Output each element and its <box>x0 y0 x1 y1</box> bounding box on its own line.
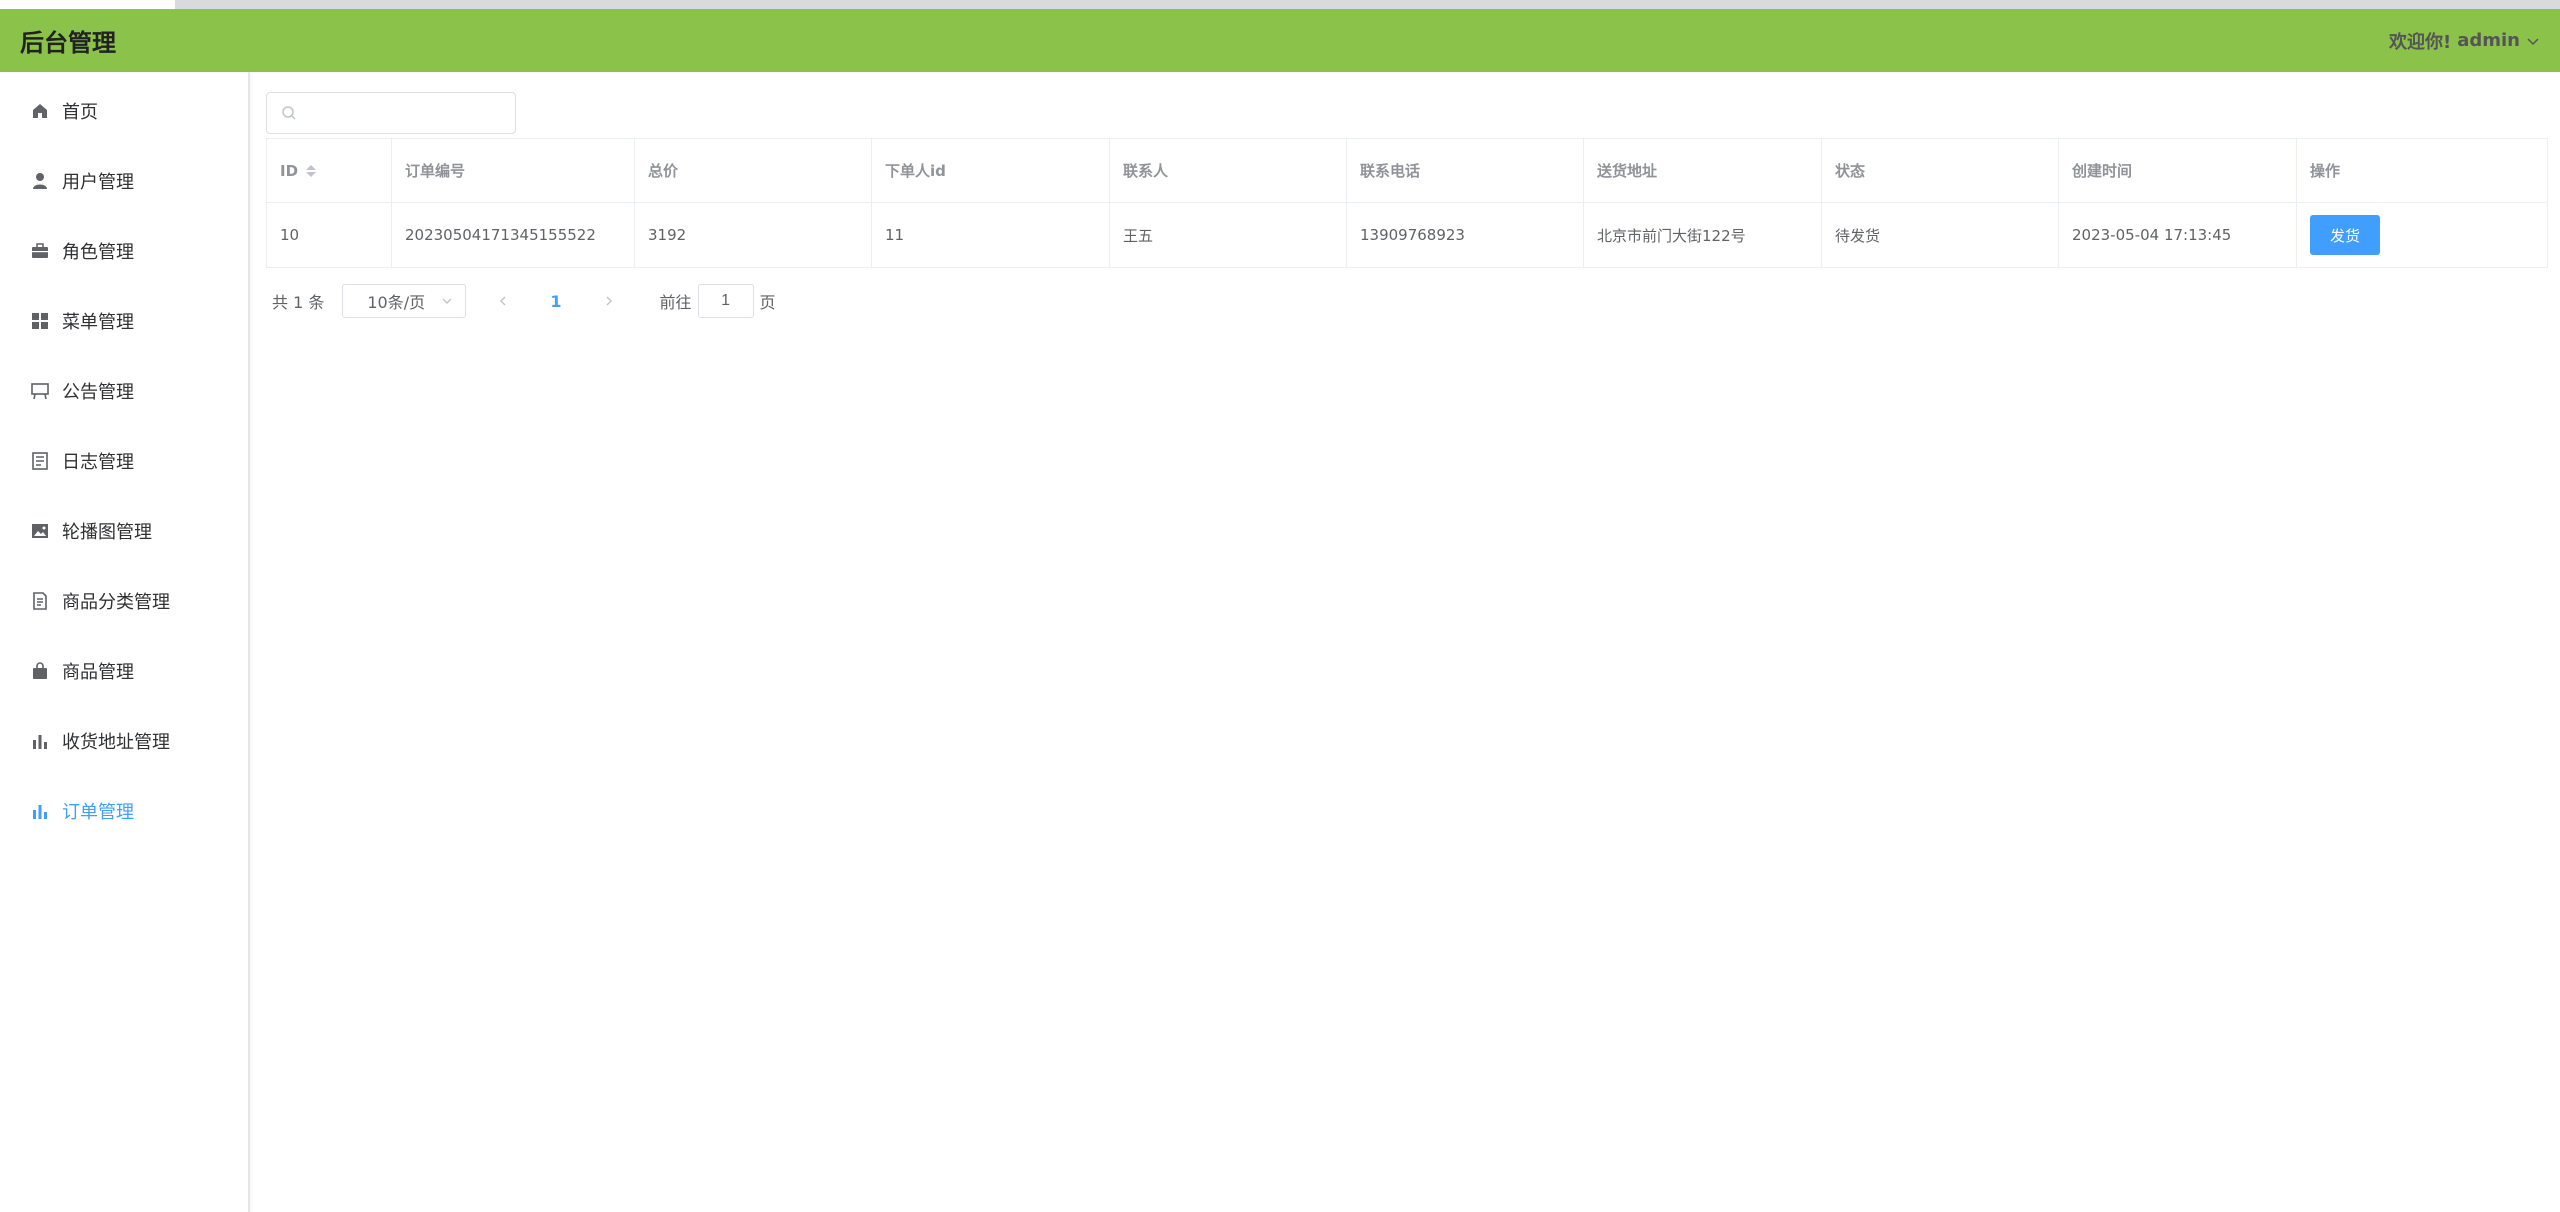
cell-phone: 13909768923 <box>1347 203 1584 267</box>
sidebar-item-products[interactable]: 商品管理 <box>0 646 248 696</box>
column-label: 状态 <box>1835 162 1866 180</box>
chevron-right-icon <box>606 296 612 306</box>
column-label: 联系电话 <box>1360 162 1421 180</box>
column-label: 联系人 <box>1123 162 1169 180</box>
cell-contact: 王五 <box>1110 203 1347 267</box>
column-label: 总价 <box>648 162 679 180</box>
column-label: 订单编号 <box>405 162 466 180</box>
cell-status: 待发货 <box>1822 203 2059 267</box>
log-icon <box>30 451 50 471</box>
user-icon <box>30 171 50 191</box>
cell-address: 北京市前门大街122号 <box>1584 203 1822 267</box>
sidebar-item-label: 商品分类管理 <box>62 592 170 613</box>
welcome-text: 欢迎你! <box>2389 31 2452 53</box>
sidebar-item-label: 首页 <box>62 102 98 123</box>
sidebar-item-label: 角色管理 <box>62 242 134 263</box>
search-icon <box>282 106 296 120</box>
column-header: 联系人 <box>1110 139 1347 202</box>
active-tab-strip <box>0 0 175 9</box>
sidebar-item-categories[interactable]: 商品分类管理 <box>0 576 248 626</box>
column-header: 状态 <box>1822 139 2059 202</box>
column-header: 总价 <box>635 139 872 202</box>
document-icon <box>30 591 50 611</box>
sidebar-item-notices[interactable]: 公告管理 <box>0 366 248 416</box>
page-number-current[interactable]: 1 <box>550 292 561 311</box>
sidebar-item-label: 日志管理 <box>62 452 134 473</box>
pagination: 共 1 条 10条/页 1 前往 页 <box>266 284 2548 318</box>
sidebar-item-logs[interactable]: 日志管理 <box>0 436 248 486</box>
goto-page-input[interactable] <box>697 284 754 318</box>
sidebar-item-label: 轮播图管理 <box>62 522 152 543</box>
prev-page-button[interactable] <box>492 290 514 312</box>
bar-chart-icon <box>30 801 50 821</box>
column-header: 联系电话 <box>1347 139 1584 202</box>
column-label: 下单人id <box>885 162 946 180</box>
sidebar-item-menus[interactable]: 菜单管理 <box>0 296 248 346</box>
sidebar-item-label: 菜单管理 <box>62 312 134 333</box>
column-header: 创建时间 <box>2059 139 2297 202</box>
next-page-button[interactable] <box>598 290 620 312</box>
column-label: ID <box>280 161 299 180</box>
app-title: 后台管理 <box>20 29 116 57</box>
pagination-total: 共 1 条 <box>272 293 325 312</box>
column-label: 创建时间 <box>2072 162 2133 180</box>
search-box <box>266 92 516 134</box>
chevron-down-icon <box>442 298 452 304</box>
page-size-value: 10条/页 <box>367 293 426 312</box>
ship-button[interactable]: 发货 <box>2310 215 2380 255</box>
home-icon <box>30 101 50 121</box>
sidebar-item-roles[interactable]: 角色管理 <box>0 226 248 276</box>
cell-id: 10 <box>267 203 392 267</box>
cell-actions: 发货 <box>2297 203 2547 267</box>
user-menu[interactable]: 欢迎你! admin <box>2389 28 2540 54</box>
column-header: 订单编号 <box>392 139 635 202</box>
sidebar-item-orders[interactable]: 订单管理 <box>0 786 248 836</box>
sidebar-item-label: 收货地址管理 <box>62 732 170 753</box>
table-header-row: ID 订单编号 总价 下单人id 联系人 联系电话 送货地址 状态 创建时间 操… <box>267 139 2547 203</box>
column-label: 送货地址 <box>1597 162 1658 180</box>
sidebar-item-label: 用户管理 <box>62 172 134 193</box>
chevron-down-icon <box>2527 37 2539 45</box>
bar-chart-icon <box>30 731 50 751</box>
cell-created: 2023-05-04 17:13:45 <box>2059 203 2297 267</box>
page-size-select[interactable]: 10条/页 <box>342 284 467 318</box>
column-header: 操作 <box>2297 139 2547 202</box>
image-icon <box>30 521 50 541</box>
sidebar-item-label: 商品管理 <box>62 662 134 683</box>
search-input[interactable] <box>305 94 505 132</box>
username: admin <box>2457 30 2520 51</box>
goto-suffix: 页 <box>759 293 776 312</box>
table-row: 10 20230504171345155522 3192 11 王五 13909… <box>267 203 2547 267</box>
grid-icon <box>30 311 50 331</box>
bag-icon <box>30 661 50 681</box>
board-icon <box>30 381 50 401</box>
cell-total: 3192 <box>635 203 872 267</box>
sidebar-item-users[interactable]: 用户管理 <box>0 156 248 206</box>
cell-order-no: 20230504171345155522 <box>392 203 635 267</box>
browser-top-strip <box>0 0 2560 9</box>
column-header: 送货地址 <box>1584 139 1822 202</box>
goto-label: 前往 <box>659 293 692 312</box>
chevron-left-icon <box>500 296 506 306</box>
column-header-id[interactable]: ID <box>267 139 392 202</box>
column-label: 操作 <box>2310 162 2341 180</box>
app-header: 后台管理 欢迎你! admin <box>0 9 2560 72</box>
cell-user-id: 11 <box>872 203 1110 267</box>
orders-table: ID 订单编号 总价 下单人id 联系人 联系电话 送货地址 状态 创建时间 操… <box>266 138 2548 268</box>
main-content: ID 订单编号 总价 下单人id 联系人 联系电话 送货地址 状态 创建时间 操… <box>266 92 2548 318</box>
sidebar-item-label: 公告管理 <box>62 382 134 403</box>
briefcase-icon <box>30 241 50 261</box>
sidebar-item-label: 订单管理 <box>62 802 134 823</box>
sidebar-item-carousel[interactable]: 轮播图管理 <box>0 506 248 556</box>
sidebar-item-home[interactable]: 首页 <box>0 86 248 136</box>
sidebar: 首页 用户管理 角色管理 菜单管理 公告管理 日志管理 轮播图管理 商品分类管理… <box>0 72 250 1212</box>
column-header: 下单人id <box>872 139 1110 202</box>
sidebar-item-addresses[interactable]: 收货地址管理 <box>0 716 248 766</box>
sort-icon[interactable] <box>306 164 317 177</box>
